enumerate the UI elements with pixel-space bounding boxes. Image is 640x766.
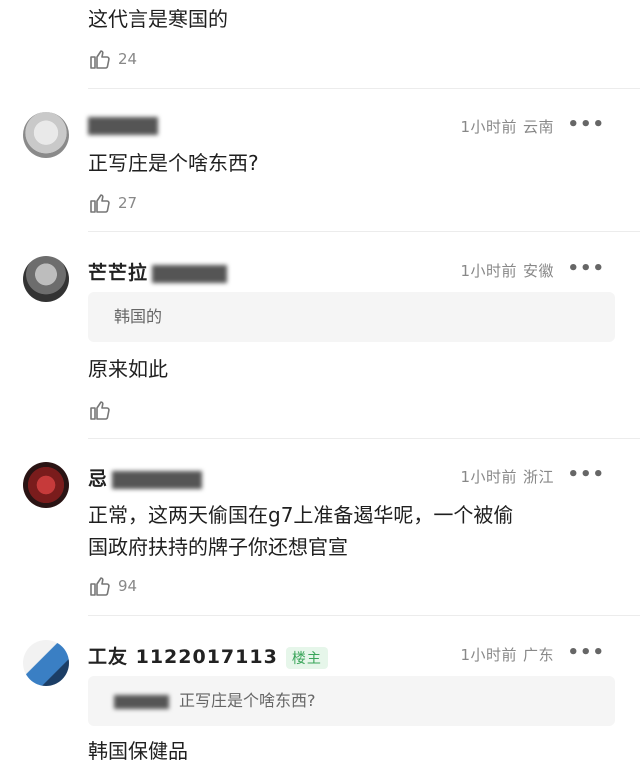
quoted-text: 正写庄是个啥东西? [179,691,316,710]
comment-location: 广东 [522,646,554,664]
comment-time: 1小时前 [460,118,517,136]
thumbs-up-icon [90,194,110,213]
comment-meta: 1小时前 浙江 [460,466,554,487]
blurred-username [88,116,158,135]
like-count: 24 [118,50,138,68]
avatar[interactable] [23,462,69,508]
thumbs-up-icon [90,577,110,596]
comment-time: 1小时前 [460,262,517,280]
username-text: 芒芒拉 [88,262,149,284]
more-dots-icon[interactable]: ••• [567,114,605,135]
thumbs-up-icon [90,50,110,69]
divider [88,88,640,89]
more-dots-icon[interactable]: ••• [567,258,605,279]
more-dots-icon[interactable]: ••• [567,464,605,485]
like-count: 94 [118,577,138,595]
comment-meta: 1小时前 广东 [460,644,554,665]
more-dots-icon[interactable]: ••• [567,642,605,663]
username[interactable]: 忌 [88,464,203,491]
comment-text: 韩国保健品 [88,739,188,763]
username-text: 忌 [88,468,109,490]
like-button[interactable]: 27 [88,191,137,215]
like-button[interactable] [88,398,118,422]
comment-meta: 1小时前 云南 [460,116,554,137]
avatar[interactable] [23,256,69,302]
op-badge: 楼主 [285,646,328,669]
username[interactable]: 芒芒拉 [88,258,228,285]
comment-meta: 1小时前 安徽 [460,260,554,281]
thumbs-up-icon [90,401,110,420]
quoted-text: 韩国的 [114,307,163,326]
comment-text: 国政府扶持的牌子你还想官宣 [88,535,348,559]
comment-location: 浙江 [522,468,554,486]
comment-location: 云南 [522,118,554,136]
comment-text: 正写庄是个啥东西? [88,151,259,175]
divider [88,438,640,439]
blurred-quoted-user [114,694,169,709]
blurred-username [152,264,228,283]
comment-text: 正常，这两天偷国在g7上准备遏华呢，一个被偷 [88,503,514,527]
avatar[interactable] [23,640,69,686]
like-button[interactable]: 24 [88,47,137,71]
username[interactable] [88,114,158,136]
comment-location: 安徽 [522,262,554,280]
divider [88,231,640,232]
comment-text: 这代言是寒国的 [88,7,228,31]
avatar[interactable] [23,112,69,158]
username-text: 工友 1122017113 [88,646,278,668]
quoted-reply[interactable]: 正写庄是个啥东西? [88,676,615,726]
like-count: 27 [118,194,138,212]
username[interactable]: 工友 1122017113 楼主 [88,642,328,669]
blurred-username [112,470,203,489]
comment-text: 原来如此 [88,357,168,381]
like-button[interactable]: 94 [88,574,137,598]
divider [88,615,640,616]
comment-time: 1小时前 [460,646,517,664]
quoted-reply[interactable]: 韩国的 [88,292,615,342]
comment-time: 1小时前 [460,468,517,486]
